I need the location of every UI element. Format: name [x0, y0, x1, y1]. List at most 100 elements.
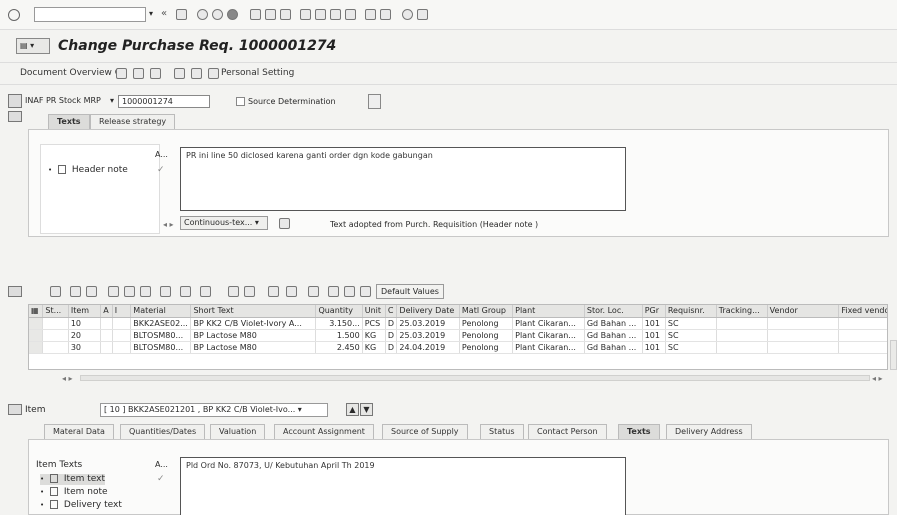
services-icon[interactable] — [344, 286, 355, 297]
column-header[interactable]: St... — [42, 305, 69, 318]
command-field[interactable] — [34, 7, 146, 22]
cell-pgr[interactable]: 101 — [642, 317, 666, 330]
item-detail-toggle-icon[interactable] — [8, 404, 22, 415]
column-header[interactable]: Plant — [512, 305, 585, 318]
document-type[interactable]: INAF PR Stock MRP — [25, 96, 101, 105]
column-header[interactable]: Vendor — [767, 305, 840, 318]
column-header[interactable]: Short Text — [190, 305, 317, 318]
source-determination-checkbox[interactable] — [236, 97, 245, 106]
items-toggle-icon[interactable] — [8, 286, 22, 297]
cell-quantity[interactable]: 1.500 — [315, 329, 363, 342]
cell-vendor[interactable] — [767, 329, 840, 342]
delete-text-icon[interactable] — [279, 218, 290, 229]
cell-matl-group[interactable]: Penolong — [459, 341, 514, 354]
tab-account-assignment[interactable]: Account Assignment — [274, 424, 374, 439]
insert-row-icon[interactable] — [70, 286, 81, 297]
select-all-icon[interactable]: ▦ — [29, 305, 44, 318]
cell-quantity[interactable]: 2.450 — [315, 341, 363, 354]
enter-icon[interactable] — [8, 9, 20, 21]
account-icon[interactable] — [328, 286, 339, 297]
sort-ascending-icon[interactable] — [124, 286, 135, 297]
row-selector[interactable] — [29, 341, 44, 354]
cell-delivery-date[interactable]: 24.04.2019 — [396, 341, 460, 354]
row-selector[interactable] — [29, 317, 44, 330]
back-icon[interactable] — [197, 9, 208, 20]
column-header[interactable]: Unit — [362, 305, 386, 318]
cell-cat[interactable] — [112, 329, 132, 342]
collapse-header-icon[interactable] — [8, 94, 22, 108]
new-document-icon[interactable] — [116, 68, 127, 79]
column-header[interactable]: Stor. Loc. — [584, 305, 643, 318]
shortcut-icon[interactable] — [380, 9, 391, 20]
cell-item[interactable]: 10 — [68, 317, 102, 330]
scroll-arrows-icon[interactable]: ◂ ▸ — [163, 220, 174, 229]
cell-plant[interactable]: Plant Cikaran... — [512, 329, 585, 342]
cell-stor-loc[interactable]: Gd Bahan ... — [584, 329, 643, 342]
copy-icon[interactable] — [108, 286, 119, 297]
tab-release-strategy[interactable]: Release strategy — [90, 114, 176, 129]
column-header[interactable]: PGr — [642, 305, 666, 318]
cell-unit[interactable]: PCS — [362, 317, 386, 330]
cell-fixed-vendor[interactable] — [838, 329, 887, 342]
info-grid-icon[interactable] — [308, 286, 319, 297]
exit-icon[interactable] — [212, 9, 223, 20]
table-row[interactable]: 30 BLTOSM80... BP Lactose M80 2.450 KG D… — [29, 341, 887, 354]
default-values-button[interactable]: Default Values — [376, 284, 444, 299]
cell-fixed-vendor[interactable] — [838, 341, 887, 354]
cell-material[interactable]: BLTOSM80... — [130, 341, 192, 354]
cell-tracking[interactable] — [716, 317, 768, 330]
cancel-icon[interactable] — [227, 9, 238, 20]
cell-stor-loc[interactable]: Gd Bahan ... — [584, 317, 643, 330]
cell-material[interactable]: BLTOSM80... — [130, 329, 192, 342]
tab-material-data[interactable]: Materal Data — [44, 424, 114, 439]
tab-contact-person[interactable]: Contact Person — [528, 424, 607, 439]
spreadsheet-icon[interactable] — [268, 286, 279, 297]
cell-item[interactable]: 30 — [68, 341, 102, 354]
cell-short-text[interactable]: BP KK2 C/B Violet-Ivory A... — [190, 317, 317, 330]
document-type-dropdown-icon[interactable]: ▾ — [110, 96, 114, 105]
column-header[interactable]: Quantity — [315, 305, 363, 318]
vertical-scrollbar[interactable] — [890, 340, 897, 370]
cell-requisnr[interactable]: SC — [665, 341, 717, 354]
new-session-icon[interactable] — [365, 9, 376, 20]
text-format-select[interactable]: Continuous-tex... ▾ — [180, 216, 268, 230]
column-header[interactable]: A — [100, 305, 113, 318]
cell-acct[interactable] — [100, 341, 113, 354]
cell-plant[interactable]: Plant Cikaran... — [512, 317, 585, 330]
personal-setting-icon[interactable] — [208, 68, 219, 79]
document-overview-button[interactable]: Document Overview On — [20, 68, 128, 78]
column-header[interactable]: Fixed vendo — [838, 305, 887, 318]
other-document-icon[interactable] — [150, 68, 161, 79]
last-page-icon[interactable] — [345, 9, 356, 20]
first-page-icon[interactable] — [300, 9, 311, 20]
previous-item-icon[interactable]: ▲ — [346, 403, 359, 416]
help-icon[interactable] — [402, 9, 413, 20]
customize-layout-icon[interactable] — [417, 9, 428, 20]
filter-icon[interactable] — [160, 286, 171, 297]
save-icon[interactable] — [176, 9, 187, 20]
check-icon[interactable] — [174, 68, 185, 79]
history-icon[interactable]: « — [161, 8, 167, 19]
row-selector[interactable] — [29, 329, 44, 342]
column-header[interactable]: C — [385, 305, 398, 318]
display-change-icon[interactable] — [133, 68, 144, 79]
tab-status[interactable]: Status — [480, 424, 524, 439]
cell-unit[interactable]: KG — [362, 341, 386, 354]
column-header[interactable]: Item — [68, 305, 102, 318]
column-header[interactable]: Tracking... — [716, 305, 768, 318]
cell-c[interactable]: D — [385, 329, 398, 342]
cell-tracking[interactable] — [716, 341, 768, 354]
tab-valuation[interactable]: Valuation — [210, 424, 266, 439]
tree-item-item-note[interactable]: • Item note — [40, 487, 108, 498]
column-header[interactable]: I — [112, 305, 132, 318]
cell-delivery-date[interactable]: 25.03.2019 — [396, 329, 460, 342]
item-select[interactable]: [ 10 ] BKK2ASE021201 , BP KK2 C/B Violet… — [100, 403, 328, 417]
cell-tracking[interactable] — [716, 329, 768, 342]
cell-c[interactable]: D — [385, 317, 398, 330]
cell-matl-group[interactable]: Penolong — [459, 329, 514, 342]
command-dropdown-icon[interactable]: ▾ — [149, 9, 153, 18]
cell-requisnr[interactable]: SC — [665, 329, 717, 342]
cell-delivery-date[interactable]: 25.03.2019 — [396, 317, 460, 330]
next-page-icon[interactable] — [330, 9, 341, 20]
print-icon[interactable] — [250, 9, 261, 20]
